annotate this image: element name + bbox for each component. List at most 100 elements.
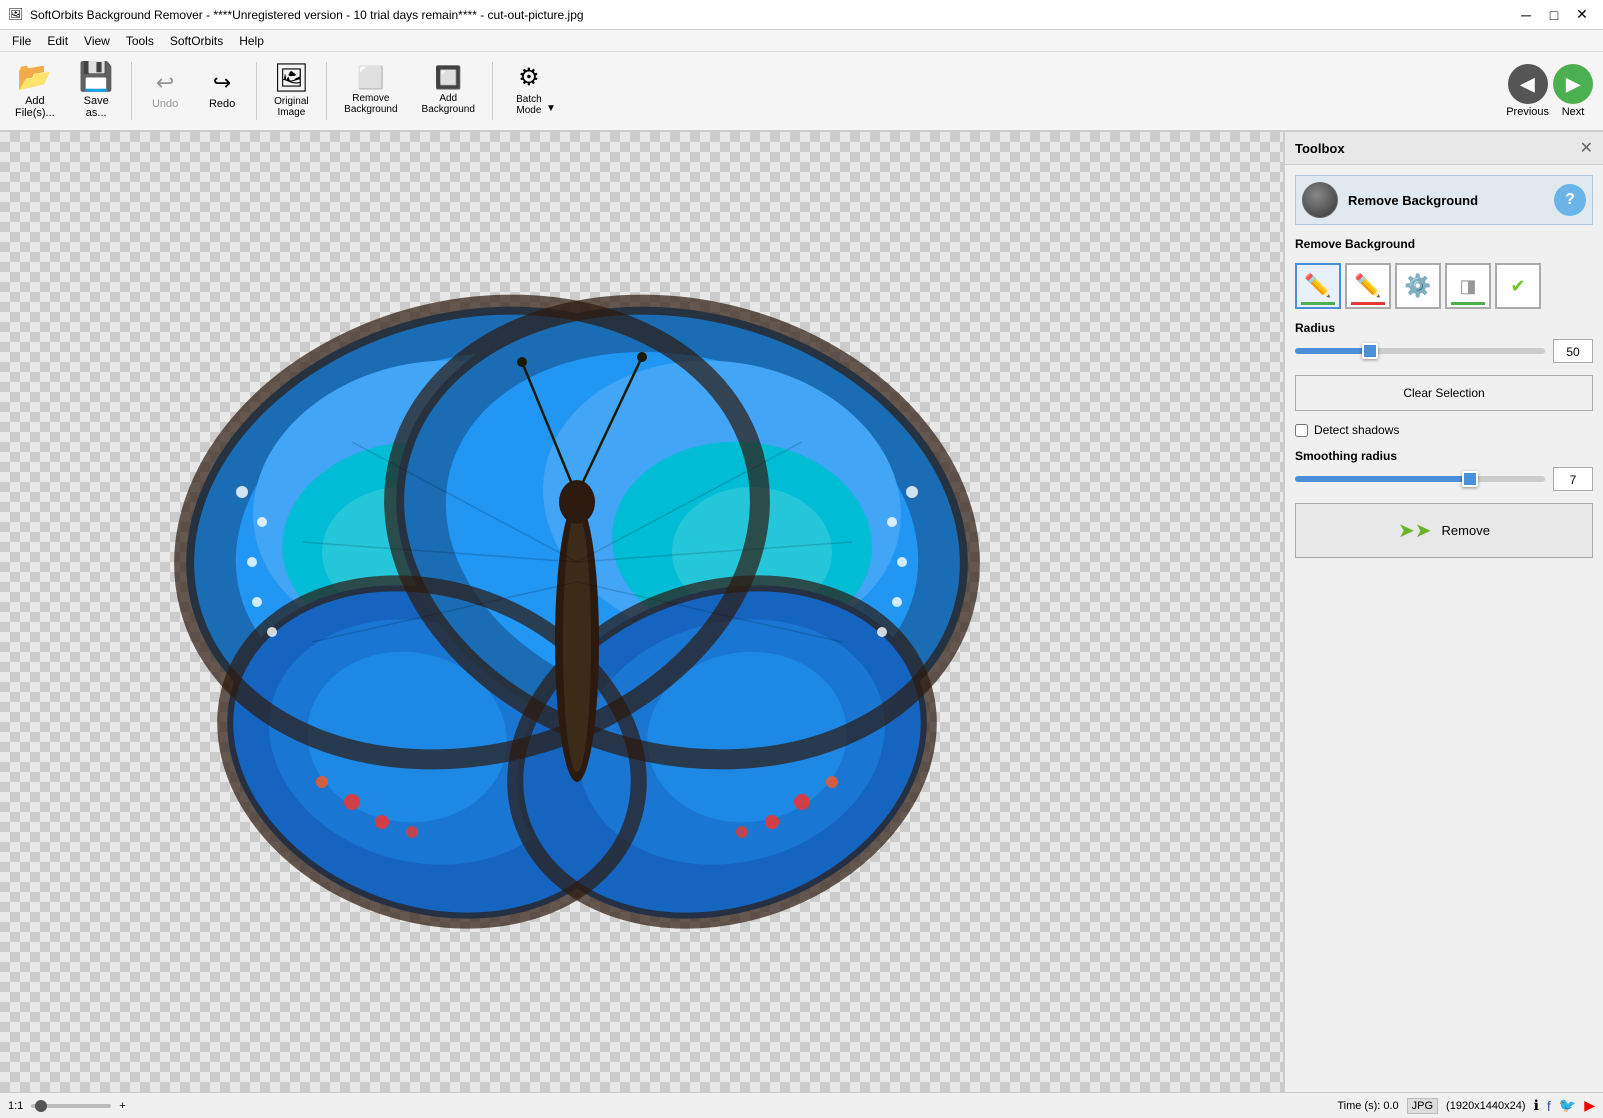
status-right: Time (s): 0.0 JPG (1920x1440x24) ℹ f 🐦 ▶ xyxy=(1337,1097,1595,1114)
add-background-label: Add Background xyxy=(422,93,475,115)
eraser-remove-button[interactable]: ✔ xyxy=(1495,263,1541,309)
auto-remove-icon: ⚙️ xyxy=(1404,273,1431,299)
status-bar: 1:1 + Time (s): 0.0 JPG (1920x1440x24) ℹ… xyxy=(0,1092,1603,1118)
radius-slider-row: 50 xyxy=(1295,339,1593,363)
zoom-ratio: 1:1 xyxy=(8,1100,23,1112)
auto-remove-button[interactable]: ⚙️ xyxy=(1395,263,1441,309)
title-bar: 🖼 SoftOrbits Background Remover - ****Un… xyxy=(0,0,1603,30)
dropdown-arrow-icon: ▼ xyxy=(546,103,556,114)
help-button[interactable]: ? xyxy=(1554,184,1586,216)
next-button[interactable]: ▶ xyxy=(1553,64,1593,104)
original-image-icon: 🖼 xyxy=(274,64,310,92)
undo-icon: ↩ xyxy=(156,72,174,94)
toolbar-sep-2 xyxy=(256,62,257,120)
add-files-icon: 📂 xyxy=(17,63,52,91)
canvas-area[interactable] xyxy=(0,132,1283,1092)
batch-mode-icon: ⚙ xyxy=(518,66,540,90)
smoothing-value-box[interactable]: 7 xyxy=(1553,467,1593,491)
undo-button[interactable]: ↩ Undo xyxy=(138,55,193,127)
redo-icon: ↪ xyxy=(213,72,231,94)
title-text: SoftOrbits Background Remover - ****Unre… xyxy=(30,8,1513,22)
zoom-slider-mini[interactable] xyxy=(31,1104,111,1108)
format-tag: JPG xyxy=(1407,1098,1438,1114)
tool-section-header: Remove Background ? xyxy=(1295,175,1593,225)
social-icon-2[interactable]: 🐦 xyxy=(1559,1097,1576,1114)
redo-button[interactable]: ↪ Redo xyxy=(195,55,250,127)
remove-background-label: Remove Background xyxy=(344,93,397,115)
save-as-icon: 💾 xyxy=(79,63,114,91)
toolbox-close-button[interactable]: ✕ xyxy=(1580,138,1593,158)
social-icon-1[interactable]: f xyxy=(1547,1098,1551,1114)
maximize-button[interactable]: □ xyxy=(1541,5,1567,25)
next-label: Next xyxy=(1562,106,1585,118)
eraser-remove-icon: ✔ xyxy=(1510,276,1525,297)
detect-shadows-checkbox[interactable] xyxy=(1295,424,1308,437)
radius-slider-thumb xyxy=(1362,343,1378,359)
radius-slider-track[interactable] xyxy=(1295,348,1545,354)
toolbox-panel: Toolbox ✕ Remove Background ? Remove Bac… xyxy=(1283,132,1603,1092)
prev-nav-group: ◀ Previous xyxy=(1506,64,1549,118)
save-as-button[interactable]: 💾 Save as... xyxy=(68,55,125,127)
radius-section: Radius 50 xyxy=(1295,321,1593,363)
toolbar: 📂 Add File(s)... 💾 Save as... ↩ Undo ↪ R… xyxy=(0,52,1603,132)
info-icon[interactable]: ℹ xyxy=(1534,1097,1539,1114)
brush-tools-row: ✏️ ✏️ ⚙️ ◨ ✔ xyxy=(1295,263,1593,309)
tool-section-title: Remove Background xyxy=(1348,193,1478,208)
main-area: Toolbox ✕ Remove Background ? Remove Bac… xyxy=(0,132,1603,1092)
zoom-thumb-mini xyxy=(35,1100,47,1112)
toolbar-sep-4 xyxy=(492,62,493,120)
time-display: Time (s): 0.0 xyxy=(1337,1100,1398,1112)
tool-icon-circle xyxy=(1302,182,1338,218)
menu-help[interactable]: Help xyxy=(231,32,272,50)
add-background-button[interactable]: 🔲 Add Background xyxy=(411,55,486,127)
keep-brush-button[interactable]: ✏️ xyxy=(1295,263,1341,309)
minimize-button[interactable]: ─ xyxy=(1513,5,1539,25)
eraser-keep-button[interactable]: ◨ xyxy=(1445,263,1491,309)
remove-bg-label: Remove Background xyxy=(1295,237,1415,251)
add-files-label: Add File(s)... xyxy=(15,95,55,119)
original-image-button[interactable]: 🖼 Original Image xyxy=(263,55,321,127)
butterfly-image xyxy=(152,262,1002,962)
menu-softorbits[interactable]: SoftOrbits xyxy=(162,32,231,50)
smoothing-section: Smoothing radius 7 xyxy=(1295,449,1593,491)
remove-button[interactable]: ➤➤ Remove xyxy=(1295,503,1593,558)
remove-background-button[interactable]: ⬜ Remove Background xyxy=(333,55,408,127)
toolbar-nav-group: ◀ Previous ▶ Next xyxy=(1506,64,1593,118)
batch-mode-button[interactable]: ⚙ Batch Mode ▼ xyxy=(499,55,559,127)
menu-edit[interactable]: Edit xyxy=(39,32,76,50)
redo-label: Redo xyxy=(209,98,235,110)
toolbox-content: Remove Background ? Remove Background ✏️… xyxy=(1285,165,1603,568)
checkerboard-bg xyxy=(0,132,1283,1092)
eraser-keep-underline xyxy=(1451,302,1485,305)
keep-brush-underline xyxy=(1301,302,1335,305)
remove-label: Remove xyxy=(1442,523,1490,538)
menu-tools[interactable]: Tools xyxy=(118,32,162,50)
zoom-plus-icon: + xyxy=(119,1100,125,1112)
remove-brush-underline xyxy=(1351,302,1385,305)
remove-background-icon: ⬜ xyxy=(357,67,384,89)
remove-brush-button[interactable]: ✏️ xyxy=(1345,263,1391,309)
keep-brush-icon: ✏️ xyxy=(1304,273,1331,299)
close-button[interactable]: ✕ xyxy=(1569,5,1595,25)
remove-bg-label-row: Remove Background xyxy=(1295,237,1593,251)
social-icon-3[interactable]: ▶ xyxy=(1584,1097,1595,1114)
menu-file[interactable]: File xyxy=(4,32,39,50)
detect-shadows-label: Detect shadows xyxy=(1314,423,1399,437)
radius-value-box[interactable]: 50 xyxy=(1553,339,1593,363)
clear-selection-button[interactable]: Clear Selection xyxy=(1295,375,1593,411)
smoothing-slider-thumb xyxy=(1462,471,1478,487)
toolbar-sep-1 xyxy=(131,62,132,120)
add-files-button[interactable]: 📂 Add File(s)... xyxy=(4,55,66,127)
radius-label: Radius xyxy=(1295,321,1593,335)
radius-slider-fill xyxy=(1295,348,1370,354)
add-background-icon: 🔲 xyxy=(435,67,462,89)
previous-button[interactable]: ◀ xyxy=(1508,64,1548,104)
smoothing-slider-track[interactable] xyxy=(1295,476,1545,482)
toolbar-sep-3 xyxy=(326,62,327,120)
remove-brush-icon: ✏️ xyxy=(1354,273,1381,299)
smoothing-label: Smoothing radius xyxy=(1295,449,1593,463)
batch-mode-label: Batch Mode xyxy=(516,94,542,116)
toolbox-title: Toolbox xyxy=(1295,141,1345,156)
menu-view[interactable]: View xyxy=(76,32,118,50)
eraser-keep-icon: ◨ xyxy=(1459,276,1476,297)
